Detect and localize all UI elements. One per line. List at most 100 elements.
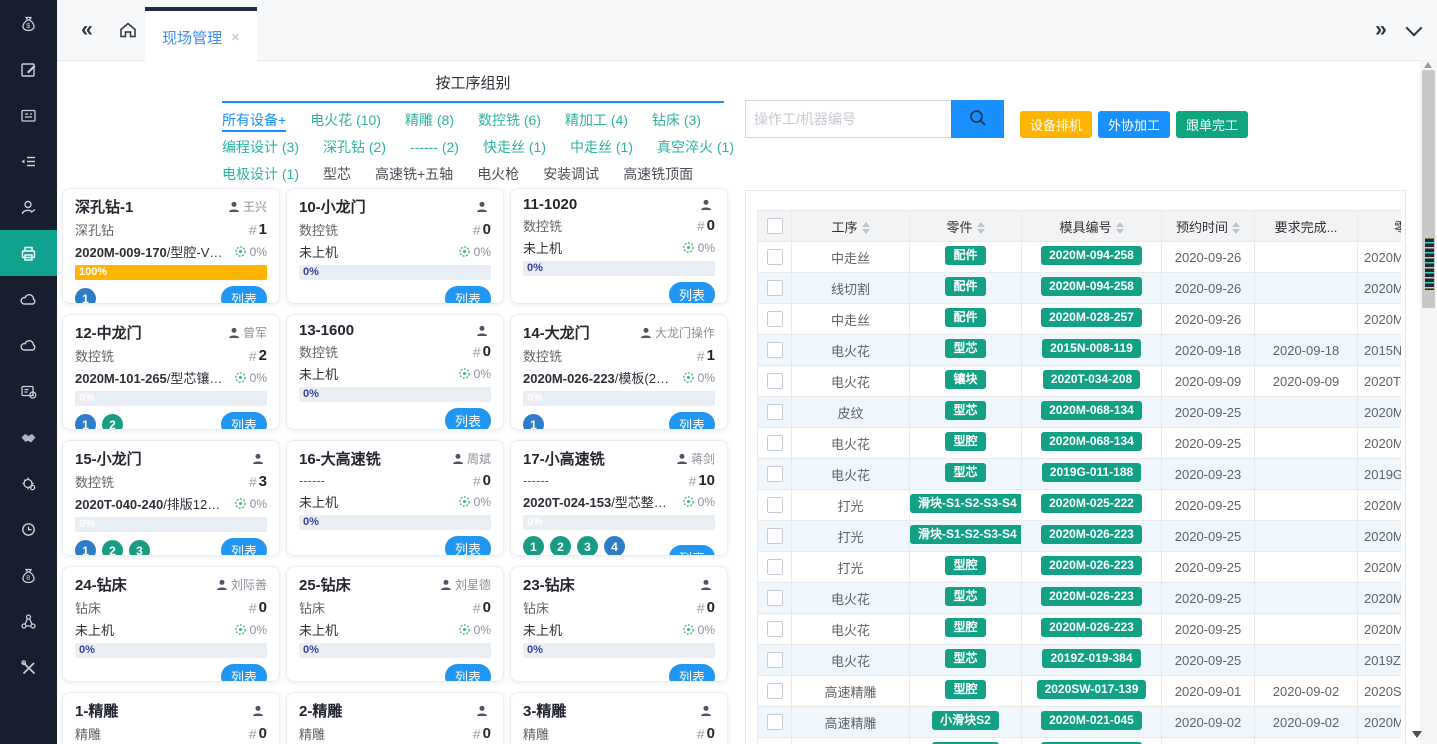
expand-panel-button[interactable]: » <box>1365 0 1395 60</box>
filter-item[interactable]: ------ (2) <box>410 139 459 155</box>
list-button[interactable]: 列表 <box>221 664 267 682</box>
mold-code-tag[interactable]: 2019G-011-188 <box>1042 463 1141 483</box>
part-tag[interactable]: 滑块-S1-S2-S3-S4 <box>910 494 1022 514</box>
home-button[interactable] <box>113 0 143 60</box>
part-tag[interactable]: 型腔 <box>945 556 985 576</box>
filter-item[interactable]: 中走丝 (1) <box>570 139 633 155</box>
sidebar-item-org-network[interactable] <box>0 598 57 644</box>
job-badge[interactable]: 1 <box>75 288 96 304</box>
job-badge[interactable]: 1 <box>75 540 96 556</box>
job-badge[interactable]: 2 <box>102 540 123 556</box>
mold-code-tag[interactable]: 2020M-026-223 <box>1041 587 1142 607</box>
row-checkbox[interactable] <box>767 652 783 668</box>
part-tag[interactable]: 型腔 <box>945 680 985 700</box>
machine-card[interactable]: 14-大龙门 大龙门操作 数控铣 # 1 2020M-026-223/模板(2…… <box>510 314 728 430</box>
row-checkbox[interactable] <box>767 311 783 327</box>
machine-card[interactable]: 2-精雕 精雕 # 0 未上机 0% 0% <box>286 692 504 744</box>
mold-code-tag[interactable]: 2019Z-019-384 <box>1042 649 1140 669</box>
column-header-due-date[interactable]: 要求完成... <box>1255 211 1358 242</box>
tab-field-management[interactable]: 现场管理 × <box>145 7 257 64</box>
part-tag[interactable]: 型芯 <box>945 401 985 421</box>
order-complete-button[interactable]: 跟单完工 <box>1176 111 1248 138</box>
machine-card[interactable]: 3-精雕 精雕 # 0 未上机 0% 0% <box>510 692 728 744</box>
sidebar-item-cloud-1[interactable] <box>0 276 57 322</box>
minimap-widget[interactable] <box>1422 232 1437 295</box>
table-row[interactable]: 电火花 镶块 2020T-034-208 2020-09-09 2020-09-… <box>758 366 1402 397</box>
sidebar-item-user[interactable] <box>0 184 57 230</box>
list-button[interactable]: 列表 <box>669 664 715 682</box>
part-tag[interactable]: 配件 <box>945 277 985 297</box>
part-tag[interactable]: 小滑块S2 <box>932 711 999 731</box>
table-row[interactable]: 高速精雕 小滑块S2 2020M-021-045 2020-09-02 2020… <box>758 707 1402 738</box>
table-row[interactable]: 高速精雕 小滑块S2 2020M-021-045 2020-09-02 2020… <box>758 738 1402 744</box>
row-checkbox[interactable] <box>767 373 783 389</box>
mold-code-tag[interactable]: 2020M-026-223 <box>1041 556 1142 576</box>
job-badge[interactable]: 2 <box>550 536 571 556</box>
filter-item[interactable]: 精雕 (8) <box>405 112 454 128</box>
table-row[interactable]: 电火花 型芯 2019G-011-188 2020-09-23 2019G-01… <box>758 459 1402 490</box>
column-header-part-code[interactable]: 零件编号 <box>1358 211 1402 242</box>
list-button[interactable]: 列表 <box>669 545 715 557</box>
tab-menu-button[interactable] <box>1399 0 1429 60</box>
row-checkbox[interactable] <box>767 714 783 730</box>
sort-icon[interactable] <box>1116 222 1124 234</box>
job-badge[interactable]: 1 <box>523 536 544 556</box>
mold-code-tag[interactable]: 2020M-026-223 <box>1041 525 1142 545</box>
machine-card[interactable]: 13-1600 数控铣 # 0 未上机 0% 0% <box>286 314 504 430</box>
sidebar-item-cloud-2[interactable] <box>0 322 57 368</box>
sidebar-item-edit[interactable] <box>0 46 57 92</box>
mold-code-tag[interactable]: 2020M-021-045 <box>1041 711 1142 731</box>
filter-item[interactable]: 编程设计 (3) <box>222 139 299 155</box>
sidebar-item-task-list[interactable] <box>0 138 57 184</box>
machine-card[interactable]: 11-1020 数控铣 # 0 未上机 0% 0% <box>510 188 728 304</box>
row-checkbox[interactable] <box>767 497 783 513</box>
part-tag[interactable]: 滑块-S1-S2-S3-S4 <box>910 525 1022 545</box>
scroll-down-icon[interactable] <box>1412 731 1422 738</box>
table-row[interactable]: 高速精雕 型腔 2020SW-017-139 2020-09-01 2020-0… <box>758 676 1402 707</box>
table-row[interactable]: 中走丝 配件 2020M-094-258 2020-09-26 2020M-09… <box>758 242 1402 273</box>
row-checkbox[interactable] <box>767 435 783 451</box>
sidebar-item-schedule-card[interactable] <box>0 368 57 414</box>
sort-icon[interactable] <box>1232 222 1240 234</box>
mold-code-tag[interactable]: 2020SW-017-139 <box>1037 680 1147 700</box>
mold-code-tag[interactable]: 2020M-068-134 <box>1041 401 1142 421</box>
sidebar-item-form[interactable] <box>0 92 57 138</box>
table-row[interactable]: 打光 型腔 2020M-026-223 2020-09-25 2020M-026… <box>758 552 1402 583</box>
part-tag[interactable]: 镶块 <box>945 370 985 390</box>
part-tag[interactable]: 型芯 <box>945 587 985 607</box>
machine-card[interactable]: 24-钻床 刘际善 钻床 # 0 未上机 0% 0% <box>62 566 280 682</box>
row-checkbox[interactable] <box>767 280 783 296</box>
list-button[interactable]: 列表 <box>221 538 267 556</box>
table-row[interactable]: 电火花 型腔 2020M-068-134 2020-09-25 2020M-06… <box>758 428 1402 459</box>
sidebar-item-tools[interactable] <box>0 644 57 690</box>
tab-close-icon[interactable]: × <box>231 30 240 45</box>
column-header-process[interactable]: 工序 <box>792 211 910 242</box>
table-row[interactable]: 中走丝 配件 2020M-028-257 2020-09-26 2020M-02… <box>758 304 1402 335</box>
mold-code-tag[interactable]: 2020M-026-223 <box>1041 618 1142 638</box>
job-badge[interactable]: 4 <box>604 536 625 556</box>
machine-card[interactable]: 17-小高速铣 蒋剑 ------ # 10 2020T-024-153/型芯整… <box>510 440 728 556</box>
select-all-checkbox[interactable] <box>767 218 783 234</box>
machine-card[interactable]: 深孔钻-1 王兴 深孔钻 # 1 2020M-009-170/型腔-V… 0% <box>62 188 280 304</box>
part-tag[interactable]: 型芯 <box>945 649 985 669</box>
table-row[interactable]: 电火花 型芯 2015N-008-119 2020-09-18 2020-09-… <box>758 335 1402 366</box>
row-checkbox[interactable] <box>767 621 783 637</box>
page-scrollbar[interactable] <box>1420 60 1437 744</box>
sidebar-item-budget-bag[interactable]: 8 <box>0 552 57 598</box>
filter-item[interactable]: 电极设计 (1) <box>222 166 299 182</box>
list-button[interactable]: 列表 <box>445 408 491 430</box>
machine-card[interactable]: 12-中龙门 曾军 数控铣 # 2 2020M-101-265/型芯镶… 0% <box>62 314 280 430</box>
row-checkbox[interactable] <box>767 683 783 699</box>
job-badge[interactable]: 3 <box>577 536 598 556</box>
mold-code-tag[interactable]: 2020M-094-258 <box>1041 246 1142 266</box>
filter-item[interactable]: 数控铣 (6) <box>478 112 541 128</box>
job-badge[interactable]: 2 <box>102 414 123 430</box>
row-checkbox[interactable] <box>767 404 783 420</box>
filter-item[interactable]: 所有设备+ <box>222 112 286 132</box>
search-button[interactable] <box>951 100 1004 138</box>
list-button[interactable]: 列表 <box>221 412 267 430</box>
schedule-machine-button[interactable]: 设备排机 <box>1020 111 1092 138</box>
machine-card[interactable]: 10-小龙门 数控铣 # 0 未上机 0% 0% <box>286 188 504 304</box>
table-row[interactable]: 电火花 型芯 2020M-026-223 2020-09-25 2020M-02… <box>758 583 1402 614</box>
sidebar-item-print[interactable] <box>0 230 57 276</box>
